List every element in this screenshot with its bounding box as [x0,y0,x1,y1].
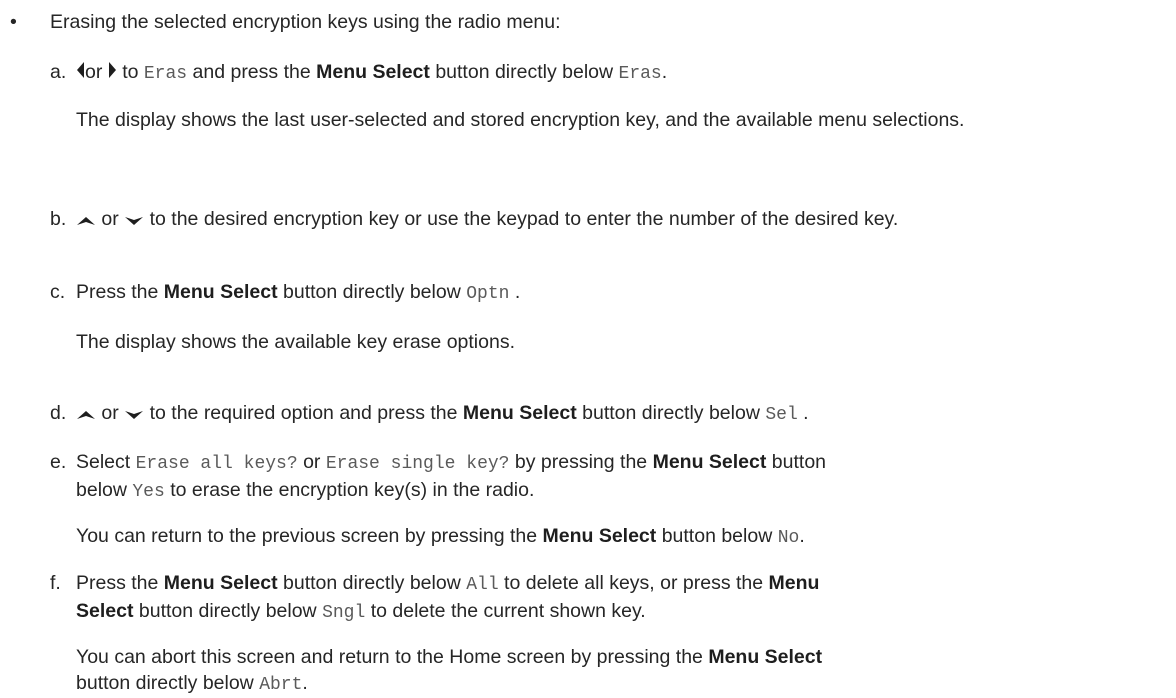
code-text: Yes [132,482,165,502]
code-text: Eras [618,64,662,84]
menu-label: Menu [768,572,820,594]
step-a-note: The display shows the last user-selected… [76,109,965,131]
menu-select-label: Menu Select [316,61,430,83]
menu-select-label: Menu Select [462,402,577,424]
step-a: a. or to Eras and press the Menu Select … [50,60,668,86]
code-text: No [777,528,800,548]
code-text: Optn [466,284,510,304]
document-page: • Erasing the selected encryption keys u… [0,0,1176,698]
code-text: Eras [143,64,188,84]
step-f-note: You can abort this screen and return to … [76,646,823,695]
step-letter: a. [50,61,67,83]
up-arrow-icon [76,207,96,233]
step-c-note: The display shows the available key eras… [76,331,515,353]
menu-select-label: Menu Select [542,525,657,547]
or-text: or [101,402,119,424]
menu-select-label: Menu Select [163,572,278,594]
step-c: c. Press the Menu Select button directly… [50,281,521,304]
code-text: Abrt [259,675,303,695]
step-f: f. Press the Menu Select button directly… [50,572,820,623]
step-letter: d. [50,402,67,424]
step-letter: f. [50,572,61,594]
code-text: Sngl [322,603,366,623]
bullet-glyph: • [10,11,17,33]
intro-bullet-item: • Erasing the selected encryption keys u… [6,9,561,35]
step-d: d. or to the required option and press t… [50,401,809,427]
left-arrow-icon [76,60,85,86]
step-letter: c. [50,281,66,303]
down-arrow-icon [124,207,144,233]
step-b: b. or to the desired encryption key or u… [50,206,1160,233]
step-letter: b. [50,208,67,230]
step-e: e. Select Erase all keys? or Erase singl… [50,451,827,502]
menu-select-label: Menu Select [652,451,767,473]
intro-text: Erasing the selected encryption keys usi… [50,11,561,33]
code-text: Sel [765,405,798,425]
select-label: Select [76,600,134,622]
up-arrow-icon [76,401,96,427]
right-arrow-icon [108,60,117,86]
menu-select-label: Menu Select [708,646,823,668]
menu-select-label: Menu Select [163,281,278,303]
code-text: All [466,575,499,595]
code-text: Erase all keys? [135,454,298,474]
step-e-note: You can return to the previous screen by… [76,525,805,548]
code-text: Erase single key? [325,454,510,474]
or-text: or [85,61,103,83]
step-letter: e. [50,451,67,473]
or-text: or [101,208,119,230]
down-arrow-icon [124,401,144,427]
